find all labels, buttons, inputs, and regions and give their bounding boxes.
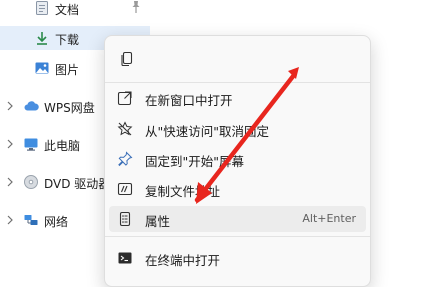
menu-item-properties[interactable]: 属性 Alt+Enter [109, 206, 366, 232]
copy-button[interactable] [113, 45, 141, 73]
nav-label-network: 网络 [44, 215, 69, 229]
menu-item-label: 在新窗口中打开 [145, 93, 233, 108]
context-menu: 在新窗口中打开 从"快速访问"取消固定 固定到"开始"屏幕 复制文件地址 属性 … [104, 35, 371, 287]
unpin-star-icon [117, 121, 133, 137]
nav-label-this-pc: 此电脑 [44, 139, 81, 153]
nav-label-downloads: 下载 [55, 33, 80, 47]
nav-label-documents: 文档 [55, 3, 80, 17]
copy-path-icon [117, 181, 133, 197]
nav-label-wps-cloud: WPS网盘 [44, 101, 95, 115]
dvd-icon [23, 174, 39, 190]
menu-item-label: 固定到"开始"屏幕 [145, 154, 244, 169]
chevron-right-icon[interactable] [6, 175, 14, 189]
menu-item-unpin-quick-access[interactable]: 从"快速访问"取消固定 [109, 116, 366, 142]
pin-icon [117, 151, 133, 167]
menu-item-open-terminal[interactable]: 在终端中打开 [109, 245, 366, 271]
menu-item-label: 在终端中打开 [145, 253, 221, 268]
menu-item-copy-path[interactable]: 复制文件地址 [109, 176, 366, 202]
network-icon [23, 212, 39, 228]
menu-quick-actions [105, 36, 370, 82]
download-icon [34, 30, 50, 46]
properties-icon [117, 211, 133, 227]
pictures-icon [34, 60, 50, 76]
nav-label-dvd-drive: DVD 驱动器 [44, 177, 111, 191]
open-new-window-icon [117, 90, 133, 106]
menu-item-pin-to-start[interactable]: 固定到"开始"屏幕 [109, 146, 366, 172]
chevron-right-icon[interactable] [6, 137, 14, 151]
menu-item-label: 属性 [145, 214, 171, 229]
computer-icon [23, 136, 39, 152]
menu-separator [105, 82, 370, 83]
menu-item-shortcut: Alt+Enter [302, 212, 356, 225]
nav-item-documents[interactable]: 文档 [0, 0, 150, 20]
menu-item-label: 从"快速访问"取消固定 [145, 124, 269, 139]
chevron-right-icon[interactable] [6, 213, 14, 227]
documents-icon [34, 0, 50, 16]
copy-icon [119, 51, 135, 71]
nav-label-pictures: 图片 [55, 63, 80, 77]
menu-item-label: 复制文件地址 [145, 184, 221, 199]
menu-item-open-new-window[interactable]: 在新窗口中打开 [109, 85, 366, 111]
pin-icon[interactable] [130, 0, 142, 14]
menu-separator [105, 236, 370, 237]
cloud-icon [23, 98, 39, 114]
terminal-icon [117, 250, 133, 266]
chevron-right-icon[interactable] [6, 99, 14, 113]
